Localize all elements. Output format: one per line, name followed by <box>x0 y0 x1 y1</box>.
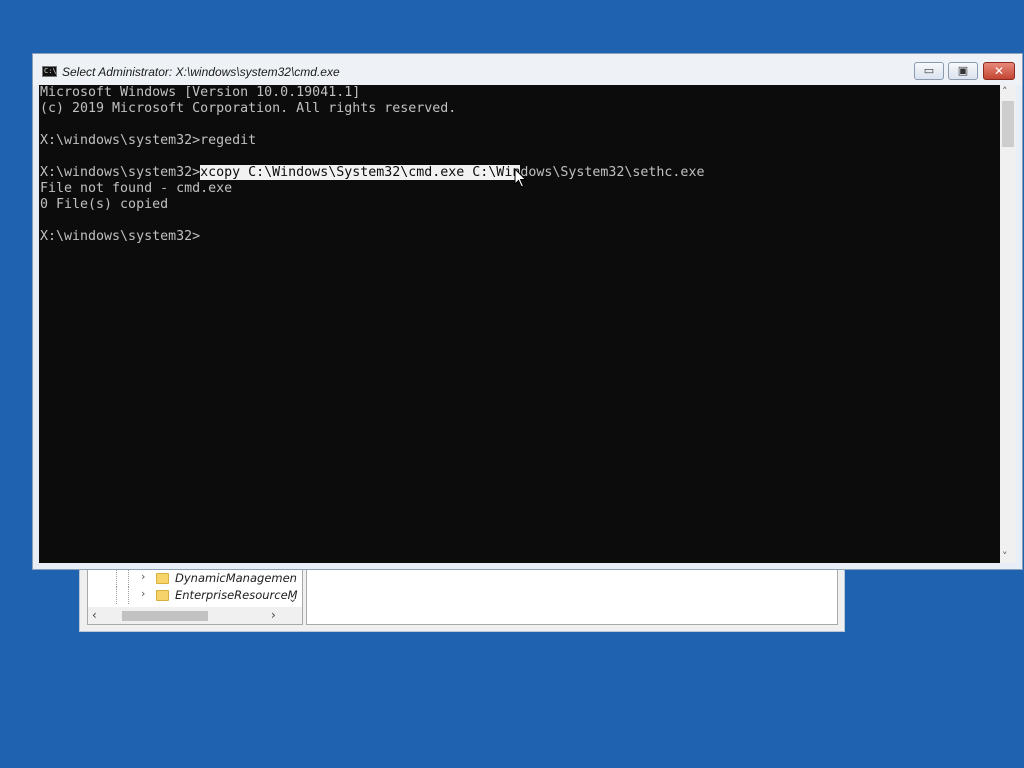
scroll-down-icon[interactable]: ˅ <box>1002 550 1008 563</box>
folder-icon <box>156 573 169 584</box>
scrollbar-thumb[interactable] <box>122 611 208 621</box>
tree-item[interactable]: › DynamicManagemen <box>88 570 302 587</box>
command-prompt[interactable]: X:\windows\system32> <box>40 229 200 245</box>
tree-horizontal-scrollbar[interactable]: ‹ › <box>88 607 302 624</box>
scroll-up-icon[interactable]: ˄ <box>1002 85 1008 98</box>
tree-guide-line <box>128 587 130 604</box>
tree-item-label: DynamicManagemen <box>175 571 297 585</box>
scroll-right-icon[interactable]: › <box>271 608 276 622</box>
close-button[interactable]: ✕ <box>983 62 1015 80</box>
minimize-button[interactable]: ▭ <box>914 62 944 80</box>
tree-guide-line <box>116 570 118 587</box>
command-prompt: X:\windows\system32> <box>40 165 201 180</box>
console-line: Microsoft Windows [Version 10.0.19041.1] <box>40 85 361 100</box>
console-line: 0 File(s) copied <box>40 197 169 212</box>
command-text: dows\System32\sethc.exe <box>520 165 705 180</box>
cmd-window[interactable]: C:\ Select Administrator: X:\windows\sys… <box>32 53 1023 570</box>
console-line: File not found - cmd.exe <box>40 181 233 196</box>
console-line[interactable]: X:\windows\system32>xcopy C:\Windows\Sys… <box>40 165 704 181</box>
expand-chevron-icon[interactable]: › <box>141 570 145 583</box>
mouse-cursor-icon <box>514 168 527 188</box>
tree-item-label: EnterpriseResourceM <box>175 588 298 602</box>
title-bar[interactable]: C:\ Select Administrator: X:\windows\sys… <box>33 54 1022 85</box>
registry-values-pane[interactable] <box>306 569 838 625</box>
window-title: Select Administrator: X:\windows\system3… <box>62 65 340 79</box>
scroll-left-icon[interactable]: ‹ <box>92 608 97 622</box>
expand-chevron-icon[interactable]: › <box>141 587 145 600</box>
vertical-scrollbar[interactable]: ˄ ˅ <box>1000 85 1016 563</box>
console-line: (c) 2019 Microsoft Corporation. All righ… <box>40 101 457 116</box>
console-line: X:\windows\system32>regedit <box>40 133 257 148</box>
tree-item[interactable]: › EnterpriseResourceM <box>88 587 302 604</box>
tree-guide-line <box>128 570 130 587</box>
tree-guide-line <box>116 587 118 604</box>
selected-text[interactable]: xcopy C:\Windows\System32\cmd.exe C:\Win <box>200 165 521 180</box>
registry-tree-pane[interactable]: › DynamicManagemen › EnterpriseResourceM… <box>87 569 303 625</box>
folder-icon <box>156 590 169 601</box>
scrollbar-thumb[interactable] <box>1002 101 1014 147</box>
cmd-icon: C:\ <box>42 66 57 77</box>
console-output[interactable]: Microsoft Windows [Version 10.0.19041.1]… <box>39 85 1000 563</box>
regedit-window[interactable]: › DynamicManagemen › EnterpriseResourceM… <box>79 566 845 632</box>
scroll-down-icon[interactable]: ⌄ <box>288 592 297 605</box>
maximize-button[interactable]: ▣ <box>948 62 978 80</box>
